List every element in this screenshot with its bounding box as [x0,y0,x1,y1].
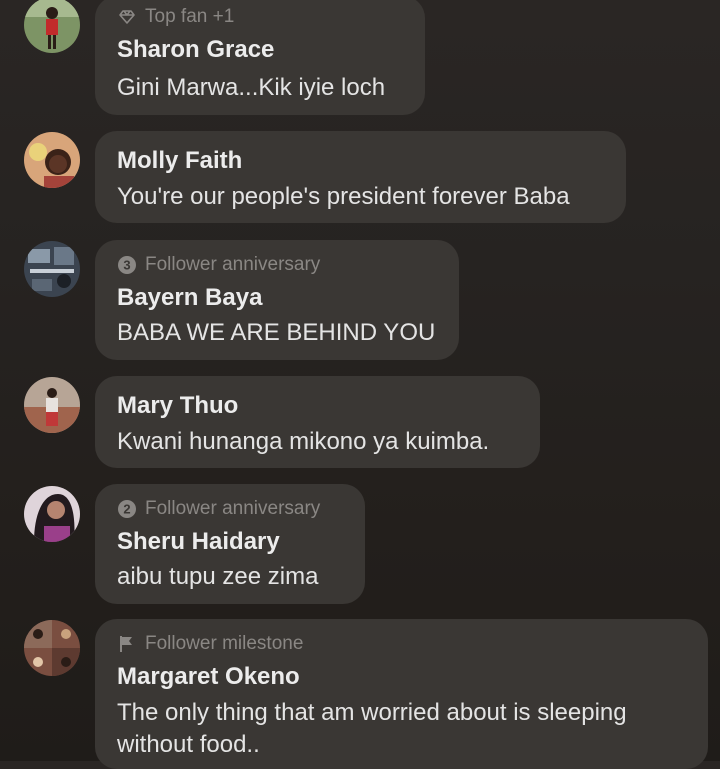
comment-bubble: 2 Follower anniversary Sheru Haidary aib… [95,484,365,604]
avatar[interactable] [24,132,80,188]
svg-text:2: 2 [123,502,130,517]
comment-text: BABA WE ARE BEHIND YOU [117,319,436,346]
comment-bubble: Molly Faith You're our people's presiden… [95,131,626,223]
avatar[interactable] [24,241,80,297]
commenter-name[interactable]: Molly Faith [117,147,242,175]
svg-text:3: 3 [123,258,130,273]
comment-bubble: Top fan +1 Sharon Grace Gini Marwa...Kik… [95,0,425,115]
avatar[interactable] [24,0,80,53]
number-2-icon: 2 [117,499,137,519]
comment-text: Kwani hunanga mikono ya kuimba. [117,428,490,455]
badge-label: Follower milestone [145,633,304,654]
commenter-name[interactable]: Bayern Baya [117,284,262,312]
comment-badge: 2 Follower anniversary [117,498,320,520]
comment-badge: Top fan +1 [117,6,234,28]
comment-text: The only thing that am worried about is … [117,699,627,758]
comment-badge: Follower milestone [117,633,303,655]
comment-bubble: Follower milestone Margaret Okeno The on… [95,619,708,769]
comment-text: You're our people's president forever Ba… [117,183,570,210]
badge-label: Follower anniversary [145,498,321,519]
commenter-name[interactable]: Sharon Grace [117,36,274,64]
diamond-icon [117,7,137,27]
number-3-icon: 3 [117,255,137,275]
comment-text: Gini Marwa...Kik iyie loch [117,74,386,101]
avatar[interactable] [24,486,80,542]
avatar[interactable] [24,620,80,676]
comment-bubble: Mary Thuo Kwani hunanga mikono ya kuimba… [95,376,540,468]
badge-label: Top fan +1 [145,6,235,27]
comment-text: aibu tupu zee zima [117,563,319,590]
flag-icon [117,634,137,654]
commenter-name[interactable]: Margaret Okeno [117,663,300,691]
commenter-name[interactable]: Mary Thuo [117,392,238,420]
commenter-name[interactable]: Sheru Haidary [117,528,280,556]
comment-bubble: 3 Follower anniversary Bayern Baya BABA … [95,240,459,360]
badge-label: Follower anniversary [145,254,321,275]
avatar[interactable] [24,377,80,433]
comment-badge: 3 Follower anniversary [117,254,320,276]
